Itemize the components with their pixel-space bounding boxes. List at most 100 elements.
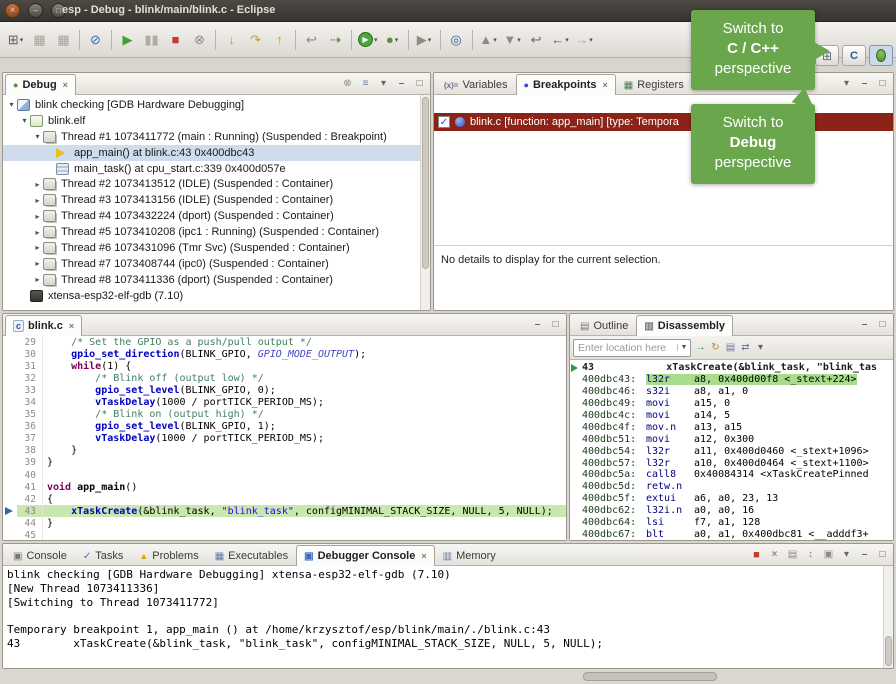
code-line[interactable]: 38 } [3, 445, 566, 457]
previous-annotation-button[interactable]: ▲▾ [477, 28, 500, 52]
code-line[interactable]: 32 /* Blink off (output low) */ [3, 372, 566, 384]
editor-lines[interactable]: 29 /* Set the GPIO as a push/pull output… [3, 336, 566, 540]
close-tab-icon[interactable]: × [603, 80, 608, 90]
scroll-lock-icon[interactable] [803, 547, 818, 562]
tab-disassembly[interactable]: Disassembly [636, 315, 733, 336]
disassembly-row[interactable]: 400dbc51:movia12, 0x300 [570, 433, 893, 445]
debug-tree-item[interactable]: xtensa-esp32-elf-gdb (7.10) [3, 288, 420, 304]
debug-tree-item[interactable]: ▸Thread #3 1073413156 (IDLE) (Suspended … [3, 192, 420, 208]
close-icon[interactable] [5, 3, 20, 18]
expand-toggle-icon[interactable]: ▸ [32, 212, 43, 221]
disassembly-row[interactable]: 400dbc5f:extuia6, a0, 23, 13 [570, 493, 893, 505]
terminate-button[interactable]: ■ [164, 28, 187, 52]
disassembly-row[interactable]: 400dbc46:s32ia8, a1, 0 [570, 386, 893, 398]
view-menu-icon[interactable] [376, 76, 391, 91]
minimize-icon[interactable] [28, 3, 43, 18]
tab-executables[interactable]: Executables [207, 545, 296, 566]
view-menu-icon[interactable] [753, 340, 768, 355]
resume-button[interactable]: ▶ [116, 28, 139, 52]
disassembly-row[interactable]: 400dbc4f:mov.na13, a15 [570, 421, 893, 433]
remove-launch-icon[interactable] [767, 547, 782, 562]
debug-perspective-button[interactable] [869, 45, 893, 66]
view-menu-icon[interactable] [839, 547, 854, 562]
code-line[interactable]: 43 xTaskCreate(&blink_task, "blink_task"… [3, 505, 566, 517]
show-source-icon[interactable] [723, 340, 738, 355]
disassembly-rows[interactable]: 43 xTaskCreate(&blink_task, "blink_tas40… [570, 360, 893, 540]
terminate-icon[interactable] [749, 547, 764, 562]
close-tab-icon[interactable]: × [63, 80, 68, 90]
save-all-button[interactable]: ▦ [52, 28, 75, 52]
search-button[interactable]: ◎ [445, 28, 468, 52]
code-line[interactable]: 40 [3, 469, 566, 481]
code-line[interactable]: 35 /* Blink on (output high) */ [3, 409, 566, 421]
save-button[interactable]: ▦ [28, 28, 51, 52]
tab-outline[interactable]: Outline [572, 315, 636, 336]
tab-variables[interactable]: Variables [436, 74, 516, 95]
code-line[interactable]: 29 /* Set the GPIO as a push/pull output… [3, 336, 566, 348]
console-scrollbar[interactable] [883, 566, 893, 668]
forward-button[interactable]: →▾ [573, 28, 596, 52]
scrollbar-thumb[interactable] [422, 97, 429, 269]
clear-console-icon[interactable] [785, 547, 800, 562]
scrollbar-thumb[interactable] [885, 636, 892, 666]
debug-tree-item[interactable]: ▸Thread #6 1073431096 (Tmr Svc) (Suspend… [3, 240, 420, 256]
step-over-button[interactable]: ↷ [244, 28, 267, 52]
collapse-toggle-icon[interactable]: ▾ [32, 132, 43, 141]
disassembly-row[interactable]: 400dbc43:l32ra8, 0x400d00f8 <_stext+224> [570, 374, 893, 386]
drop-to-frame-button[interactable]: ↩ [300, 28, 323, 52]
last-edit-location-button[interactable]: ↩ [525, 28, 548, 52]
debug-tree-item[interactable]: ▾Thread #1 1073411772 (main : Running) (… [3, 129, 420, 145]
pin-console-icon[interactable] [821, 547, 836, 562]
code-line[interactable]: 37 vTaskDelay(1000 / portTICK_PERIOD_MS)… [3, 433, 566, 445]
minimize-icon[interactable] [394, 76, 409, 91]
expand-toggle-icon[interactable]: ▸ [32, 259, 43, 268]
collapse-toggle-icon[interactable]: ▾ [6, 100, 17, 109]
code-line[interactable]: 34 vTaskDelay(1000 / portTICK_PERIOD_MS)… [3, 396, 566, 408]
debug-tree-item[interactable]: ▸Thread #4 1073432224 (dport) (Suspended… [3, 208, 420, 224]
minimize-icon[interactable] [857, 317, 872, 332]
tab-debug[interactable]: Debug× [5, 74, 76, 95]
minimize-icon[interactable] [857, 76, 872, 91]
expand-toggle-icon[interactable]: ▸ [32, 180, 43, 189]
cpp-perspective-button[interactable] [842, 45, 866, 66]
disassembly-row[interactable]: 400dbc5d:retw.n [570, 481, 893, 493]
disassembly-row[interactable]: 400dbc57:l32ra10, 0x400d0464 <_stext+110… [570, 457, 893, 469]
jump-to-pc-icon[interactable] [693, 340, 708, 355]
tab-breakpoints[interactable]: Breakpoints× [516, 74, 616, 95]
disconnect-button[interactable]: ⊗ [188, 28, 211, 52]
debug-scrollbar[interactable] [420, 95, 430, 310]
close-tab-icon[interactable]: × [421, 551, 426, 561]
expand-toggle-icon[interactable]: ▸ [32, 196, 43, 205]
code-line[interactable]: 42{ [3, 493, 566, 505]
code-line[interactable]: 33 gpio_set_level(BLINK_GPIO, 0); [3, 384, 566, 396]
next-annotation-button[interactable]: ▼▾ [501, 28, 524, 52]
tab-console[interactable]: Console [5, 545, 75, 566]
breakpoint-row[interactable]: ✓blink.c [function: app_main] [type: Tem… [434, 113, 893, 131]
disassembly-row[interactable]: 400dbc4c:movia14, 5 [570, 410, 893, 422]
disassembly-row[interactable]: 400dbc5a:call80x40084314 <xTaskCreatePin… [570, 469, 893, 481]
tab-debugger-console[interactable]: Debugger Console× [296, 545, 435, 566]
instruction-stepping-button[interactable]: ⇢ [324, 28, 347, 52]
refresh-icon[interactable] [708, 340, 723, 355]
disassembly-row[interactable]: 400dbc49:movia15, 0 [570, 398, 893, 410]
code-line[interactable]: 44} [3, 517, 566, 529]
debug-tree-item[interactable]: ▸Thread #8 1073411336 (dport) (Suspended… [3, 272, 420, 288]
view-menu-icon[interactable] [839, 76, 854, 91]
minimize-icon[interactable] [857, 547, 872, 562]
new-button[interactable]: ⊞▾ [4, 28, 27, 52]
debug-tree-item[interactable]: ▾blink checking [GDB Hardware Debugging] [3, 97, 420, 113]
tab-tasks[interactable]: Tasks [75, 545, 132, 566]
disassembly-row[interactable]: 400dbc67:blta0, a1, 0x400dbc81 <__adddf3… [570, 528, 893, 540]
disassembly-row[interactable]: 400dbc64:lsif7, a1, 128 [570, 517, 893, 529]
code-line[interactable]: 36 gpio_set_level(BLINK_GPIO, 1); [3, 421, 566, 433]
maximize-icon[interactable] [412, 76, 427, 91]
code-line[interactable]: 30 gpio_set_direction(BLINK_GPIO, GPIO_M… [3, 348, 566, 360]
code-line[interactable]: 31 while(1) { [3, 360, 566, 372]
tab-registers[interactable]: Registers [616, 74, 692, 95]
breakpoint-checkbox[interactable]: ✓ [438, 116, 450, 128]
location-combo[interactable]: Enter location here ▼ [573, 339, 691, 357]
disassembly-row[interactable]: 400dbc62:l32i.na0, a0, 16 [570, 505, 893, 517]
skip-all-breakpoints-button[interactable]: ⊘ [84, 28, 107, 52]
step-into-button[interactable]: ↓ [220, 28, 243, 52]
collapse-toggle-icon[interactable]: ▾ [19, 116, 30, 125]
